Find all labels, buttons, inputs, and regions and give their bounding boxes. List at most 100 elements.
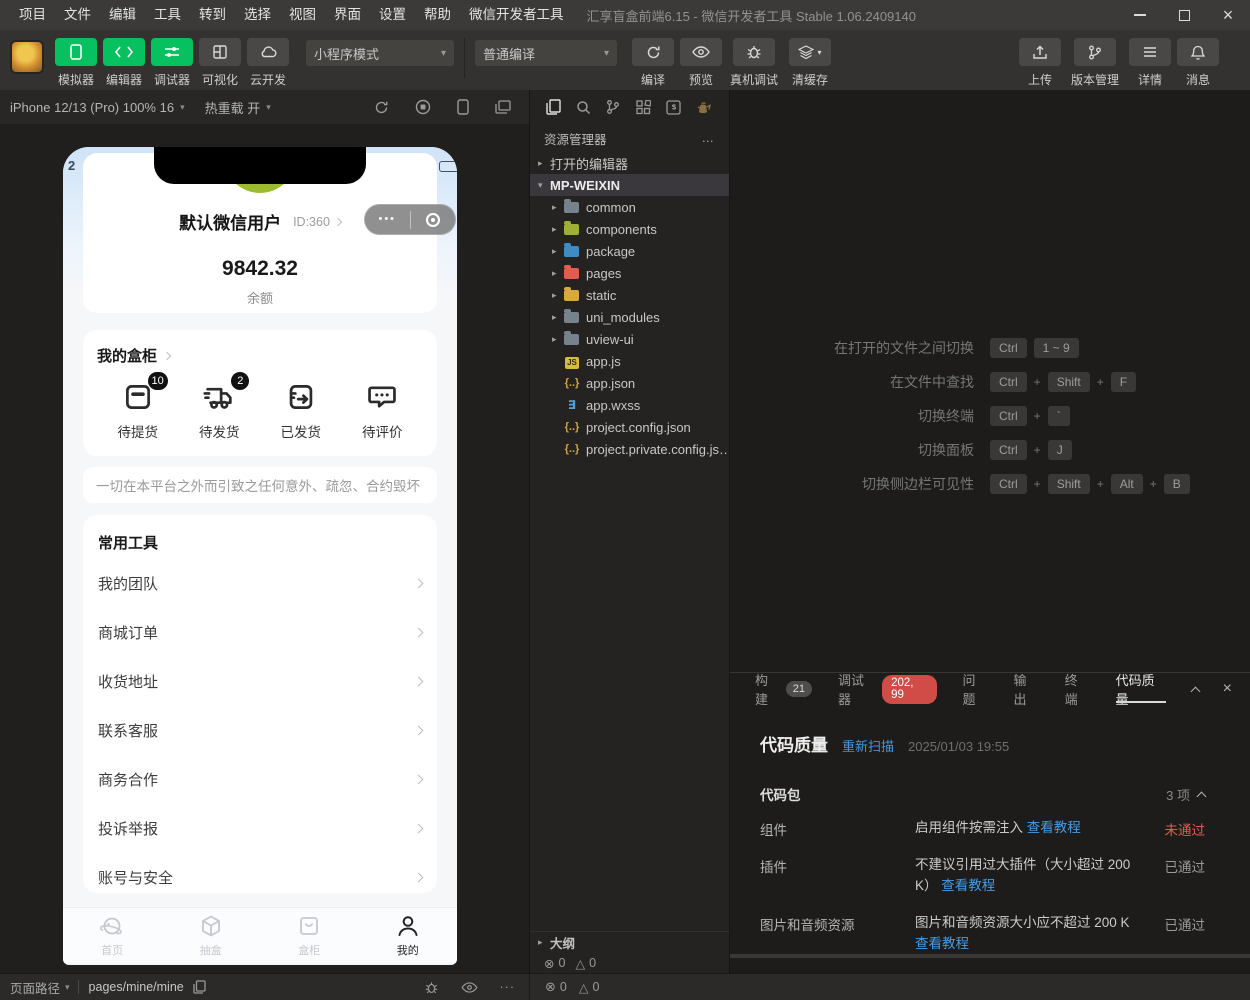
cabinet-item-pickup[interactable]: 10 待提货 bbox=[97, 380, 179, 441]
eye-icon[interactable] bbox=[461, 982, 478, 993]
tab-debugger[interactable]: 调试器202, 99 bbox=[838, 673, 937, 705]
collapse-panel-icon[interactable] bbox=[1190, 686, 1200, 696]
tab-terminal[interactable]: 终端 bbox=[1065, 673, 1090, 705]
file-project-private-config[interactable]: {..}project.private.config.js… bbox=[530, 438, 729, 460]
tool-item-report[interactable]: 投诉举报 bbox=[98, 804, 422, 853]
tool-item-team[interactable]: 我的团队 bbox=[98, 559, 422, 608]
compile-mode-dropdown[interactable]: 普通编译▾ bbox=[475, 40, 617, 66]
remote-debug-button[interactable]: 真机调试 bbox=[725, 38, 783, 88]
menu-tools[interactable]: 工具 bbox=[145, 0, 190, 30]
teapot-icon[interactable] bbox=[696, 101, 713, 114]
stop-icon[interactable] bbox=[415, 99, 431, 115]
horizontal-scrollbar[interactable] bbox=[730, 954, 1250, 958]
tool-item-cooperation[interactable]: 商务合作 bbox=[98, 755, 422, 804]
tool-item-service[interactable]: 联系客服 bbox=[98, 706, 422, 755]
folder-uview-ui[interactable]: ▸uview-ui bbox=[530, 328, 729, 350]
folder-components[interactable]: ▸components bbox=[530, 218, 729, 240]
folder-static[interactable]: ▸static bbox=[530, 284, 729, 306]
menu-file[interactable]: 文件 bbox=[55, 0, 100, 30]
reload-icon[interactable] bbox=[374, 100, 389, 115]
collapsed-arrow-icon: ▸ bbox=[552, 312, 564, 323]
more-actions-icon[interactable]: … bbox=[702, 131, 716, 145]
messages-button[interactable]: 消息 bbox=[1174, 38, 1222, 88]
tutorial-link[interactable]: 查看教程 bbox=[1027, 820, 1081, 835]
preview-button[interactable]: 预览 bbox=[677, 38, 725, 88]
balance-value: 9842.32 bbox=[83, 257, 437, 281]
json-file-icon: {..} bbox=[564, 443, 580, 455]
menu-interface[interactable]: 界面 bbox=[325, 0, 370, 30]
tool-item-orders[interactable]: 商城订单 bbox=[98, 608, 422, 657]
menu-edit[interactable]: 编辑 bbox=[100, 0, 145, 30]
clear-cache-button[interactable]: ▾ 清缓存 bbox=[783, 38, 837, 88]
collapse-group-icon[interactable] bbox=[1197, 791, 1207, 801]
editor-toggle-button[interactable]: 编辑器 bbox=[100, 38, 148, 88]
folder-uni-modules[interactable]: ▸uni_modules bbox=[530, 306, 729, 328]
simulator-toggle-button[interactable]: 模拟器 bbox=[52, 38, 100, 88]
tab-output[interactable]: 输出 bbox=[1014, 673, 1039, 705]
folder-pages[interactable]: ▸pages bbox=[530, 262, 729, 284]
tab-mine[interactable]: 我的 bbox=[359, 908, 458, 963]
tool-item-address[interactable]: 收货地址 bbox=[98, 657, 422, 706]
user-id[interactable]: ID:360 bbox=[293, 215, 330, 229]
upload-button[interactable]: 上传 bbox=[1016, 38, 1064, 88]
file-app-json[interactable]: {..}app.json bbox=[530, 372, 729, 394]
menu-view[interactable]: 视图 bbox=[280, 0, 325, 30]
tool-item-security[interactable]: 账号与安全 bbox=[98, 853, 422, 902]
folder-package[interactable]: ▸package bbox=[530, 240, 729, 262]
details-button[interactable]: 详情 bbox=[1126, 38, 1174, 88]
tab-draw-box[interactable]: 抽盒 bbox=[162, 908, 261, 963]
git-branch-icon[interactable] bbox=[606, 99, 620, 115]
cabinet-item-shipped[interactable]: 已发货 bbox=[260, 380, 342, 441]
exit-button[interactable] bbox=[411, 213, 456, 227]
outline-section[interactable]: ▸大纲 bbox=[530, 931, 729, 953]
menu-settings[interactable]: 设置 bbox=[370, 0, 415, 30]
close-button[interactable]: × bbox=[1206, 0, 1250, 30]
project-root-row[interactable]: ▾MP-WEIXIN bbox=[530, 174, 729, 196]
visual-toggle-button[interactable]: 可视化 bbox=[196, 38, 244, 88]
mode-dropdown[interactable]: 小程序模式▾ bbox=[306, 40, 454, 66]
npm-scripts-icon[interactable] bbox=[666, 100, 681, 115]
extensions-icon[interactable] bbox=[636, 100, 651, 115]
file-app-js[interactable]: JSapp.js bbox=[530, 350, 729, 372]
page-path-label[interactable]: 页面路径 bbox=[10, 978, 60, 997]
menu-project[interactable]: 项目 bbox=[10, 0, 55, 30]
cabinet-item-shipping[interactable]: 2 待发货 bbox=[179, 380, 261, 441]
file-project-config[interactable]: {..}project.config.json bbox=[530, 416, 729, 438]
menu-devtools[interactable]: 微信开发者工具 bbox=[460, 0, 573, 30]
hot-reload-dropdown[interactable]: 热重载 开▾ bbox=[195, 90, 281, 124]
multi-window-icon[interactable] bbox=[495, 100, 511, 114]
open-editors-row[interactable]: ▸打开的编辑器 bbox=[530, 152, 729, 174]
tutorial-link[interactable]: 查看教程 bbox=[941, 878, 995, 893]
debugger-toggle-button[interactable]: 调试器 bbox=[148, 38, 196, 88]
cabinet-item-review[interactable]: 待评价 bbox=[342, 380, 424, 441]
maximize-button[interactable] bbox=[1162, 0, 1206, 30]
compile-button[interactable]: 编译 bbox=[629, 38, 677, 88]
device-frame-icon[interactable] bbox=[457, 99, 469, 115]
tab-build[interactable]: 构建21 bbox=[755, 673, 812, 705]
problem-counts[interactable]: ⊗0 △0 bbox=[530, 979, 599, 995]
folder-common[interactable]: ▸common bbox=[530, 196, 729, 218]
files-icon[interactable] bbox=[546, 99, 561, 115]
tab-cabinet[interactable]: 盒柜 bbox=[260, 908, 359, 963]
menu-help[interactable]: 帮助 bbox=[415, 0, 460, 30]
copy-icon[interactable] bbox=[193, 980, 206, 994]
tutorial-link[interactable]: 查看教程 bbox=[915, 936, 969, 951]
rescan-link[interactable]: 重新扫描 bbox=[842, 736, 894, 755]
tab-home[interactable]: 首页 bbox=[63, 908, 162, 963]
version-control-button[interactable]: 版本管理 bbox=[1064, 38, 1126, 88]
tab-problems[interactable]: 问题 bbox=[963, 673, 988, 705]
cloud-dev-button[interactable]: 云开发 bbox=[244, 38, 292, 88]
search-icon[interactable] bbox=[576, 100, 591, 115]
menu-select[interactable]: 选择 bbox=[235, 0, 280, 30]
device-dropdown[interactable]: iPhone 12/13 (Pro) 100% 16▾ bbox=[0, 90, 195, 124]
cabinet-title[interactable]: 我的盒柜 bbox=[97, 345, 157, 366]
more-icon[interactable]: ··· bbox=[500, 980, 516, 994]
close-panel-icon[interactable]: × bbox=[1223, 680, 1232, 698]
bug-icon[interactable] bbox=[424, 981, 439, 994]
menu-goto[interactable]: 转到 bbox=[190, 0, 235, 30]
file-app-wxss[interactable]: ∃app.wxss bbox=[530, 394, 729, 416]
tab-code-quality[interactable]: 代码质量 bbox=[1116, 673, 1166, 705]
minimize-button[interactable] bbox=[1118, 0, 1162, 30]
user-avatar[interactable] bbox=[10, 40, 44, 74]
more-menu-button[interactable]: ••• bbox=[365, 214, 410, 225]
